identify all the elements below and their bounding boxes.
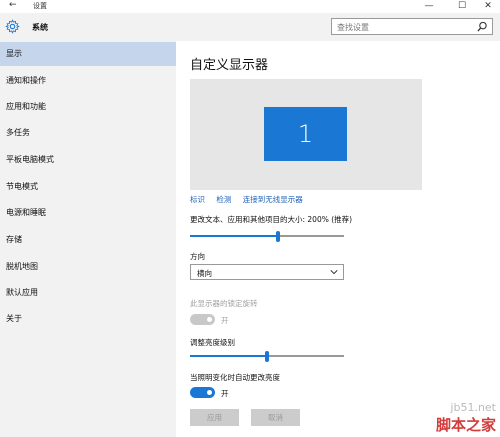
- page-title: 自定义显示器: [190, 58, 269, 73]
- orientation-select[interactable]: 横向: [190, 264, 344, 280]
- watermark: jb51.net 脚本之家: [436, 401, 496, 435]
- toggle-knob: [207, 317, 212, 322]
- display-preview: 1: [190, 79, 422, 190]
- sidebar-item-default-apps[interactable]: 默认应用: [0, 281, 176, 305]
- sidebar-item-display[interactable]: 显示: [0, 42, 176, 66]
- identify-link[interactable]: 标识: [190, 195, 205, 204]
- slider-fill: [190, 355, 267, 357]
- sidebar-item-notifications[interactable]: 通知和操作: [0, 69, 176, 93]
- main-content: 自定义显示器 1 标识 检测 连接到无线显示器 更改文本、应用和其他项目的大小:…: [176, 41, 500, 437]
- sidebar-item-about[interactable]: 关于: [0, 307, 176, 331]
- watermark-site: jb51.net: [450, 401, 496, 414]
- slider-thumb[interactable]: [276, 231, 280, 242]
- sidebar-item-offline-maps[interactable]: 脱机地图: [0, 255, 176, 279]
- watermark-brand: 脚本之家: [435, 416, 496, 434]
- sidebar-item-tablet-mode[interactable]: 平板电脑模式: [0, 148, 176, 172]
- search-icon[interactable]: [477, 21, 488, 32]
- header: 系统 查找设置: [0, 13, 500, 41]
- brightness-slider[interactable]: [190, 351, 344, 362]
- search-placeholder: 查找设置: [337, 23, 369, 32]
- sidebar-item-power-sleep[interactable]: 电源和睡眠: [0, 201, 176, 225]
- detect-link[interactable]: 检测: [216, 195, 231, 204]
- close-button[interactable]: ✕: [477, 0, 499, 13]
- maximize-button[interactable]: ☐: [451, 0, 473, 13]
- rotation-lock-label: 此显示器的锁定旋转: [190, 299, 258, 308]
- sidebar-item-apps[interactable]: 应用和功能: [0, 95, 176, 119]
- brightness-label: 调整亮度级别: [190, 338, 235, 347]
- chevron-down-icon: [330, 270, 338, 275]
- display-links: 标识 检测 连接到无线显示器: [190, 194, 312, 205]
- back-button[interactable]: ←: [9, 0, 17, 10]
- cancel-button[interactable]: 取消: [251, 409, 300, 426]
- sidebar-item-battery-saver[interactable]: 节电模式: [0, 175, 176, 199]
- sidebar-item-storage[interactable]: 存储: [0, 228, 176, 252]
- gear-icon: [5, 19, 20, 34]
- apply-button[interactable]: 应用: [190, 409, 239, 426]
- search-input[interactable]: 查找设置: [331, 18, 493, 35]
- scale-label: 更改文本、应用和其他项目的大小: 200% (推荐): [190, 215, 353, 224]
- sidebar: 显示 通知和操作 应用和功能 多任务 平板电脑模式 节电模式 电源和睡眠 存储 …: [0, 41, 176, 437]
- orientation-value: 横向: [197, 269, 212, 278]
- auto-brightness-label: 当照明变化时自动更改亮度: [190, 373, 280, 382]
- auto-brightness-state: 开: [221, 389, 229, 398]
- scale-slider[interactable]: [190, 231, 344, 242]
- toggle-knob: [207, 390, 212, 395]
- orientation-label: 方向: [190, 252, 205, 261]
- section-title: 系统: [32, 23, 48, 32]
- title-bar: ← 设置 — ☐ ✕: [0, 0, 500, 13]
- minimize-button[interactable]: —: [418, 0, 440, 13]
- monitor-tile[interactable]: 1: [264, 107, 347, 161]
- rotation-lock-toggle[interactable]: [190, 314, 215, 325]
- slider-thumb[interactable]: [265, 351, 269, 362]
- rotation-lock-state: 开: [221, 316, 229, 325]
- sidebar-item-multitasking[interactable]: 多任务: [0, 121, 176, 145]
- slider-fill: [190, 235, 278, 237]
- window-title: 设置: [33, 2, 47, 10]
- wireless-display-link[interactable]: 连接到无线显示器: [243, 195, 303, 204]
- auto-brightness-toggle[interactable]: [190, 387, 215, 398]
